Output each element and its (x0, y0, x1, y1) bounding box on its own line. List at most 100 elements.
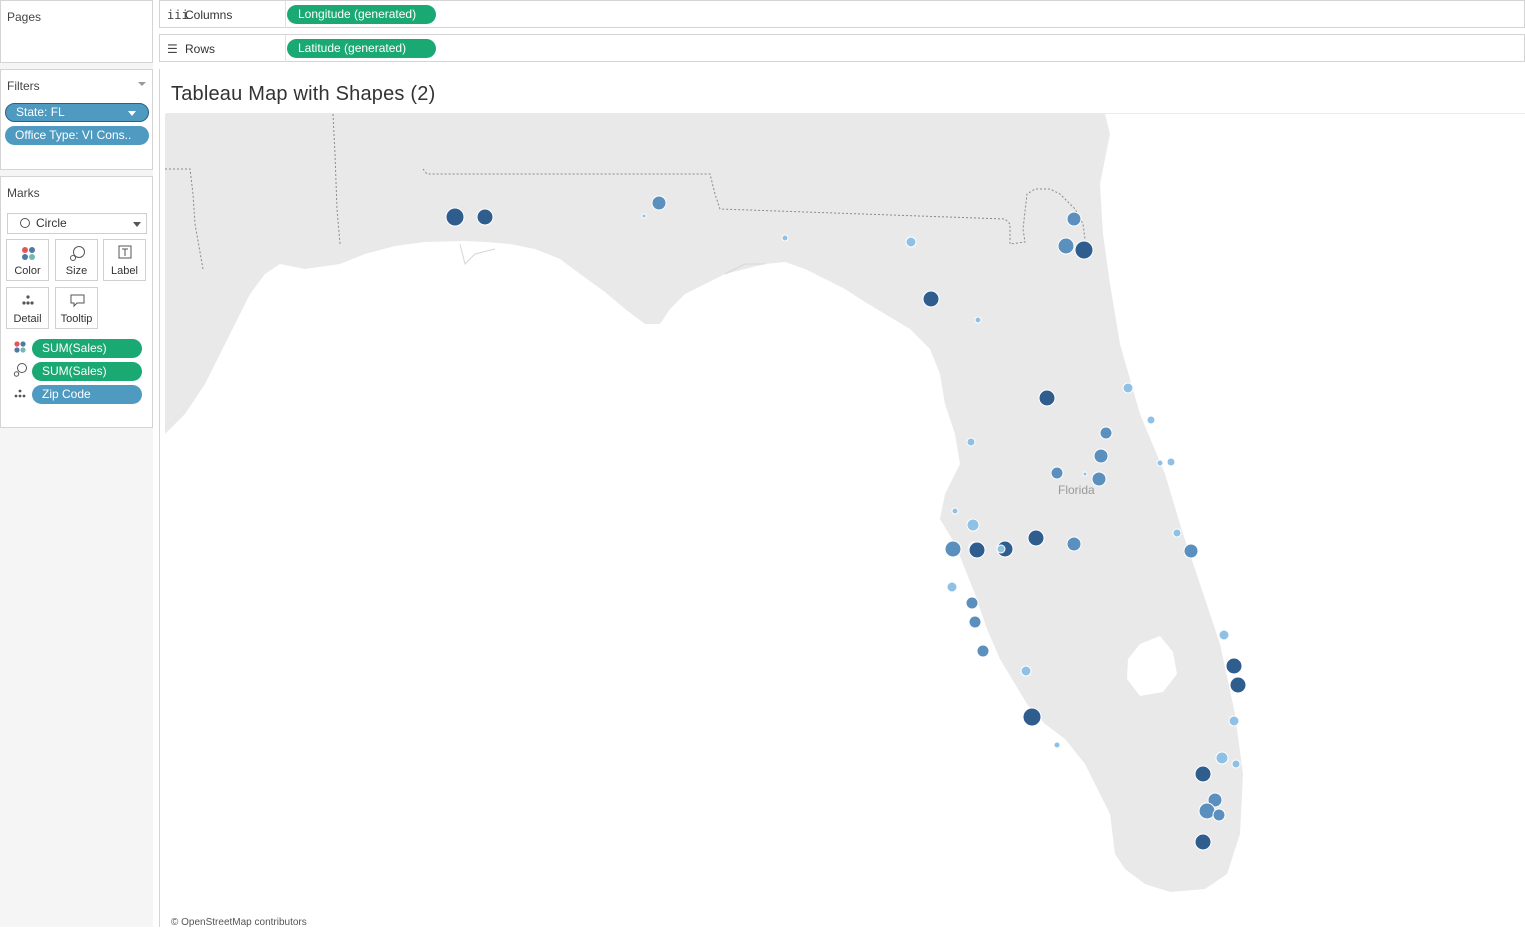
pages-card-title: Pages (7, 10, 42, 24)
sales-mark-circle[interactable] (946, 581, 958, 593)
color-field-label: SUM(Sales) (42, 341, 107, 355)
sales-mark-circle[interactable] (951, 507, 959, 515)
color-button[interactable]: Color (6, 239, 49, 281)
sales-mark-circle[interactable] (976, 644, 990, 658)
size-button-label: Size (65, 265, 88, 277)
tooltip-button[interactable]: Tooltip (55, 287, 98, 329)
columns-field-label: Longitude (generated) (298, 7, 417, 21)
sales-mark-circle[interactable] (1050, 466, 1064, 480)
size-encoding-icon (13, 363, 27, 377)
shelf-divider (285, 35, 286, 62)
sales-mark-circle[interactable] (1091, 471, 1107, 487)
shelf-divider (285, 1, 286, 28)
sales-mark-circle[interactable] (1229, 676, 1247, 694)
sales-mark-circle[interactable] (1082, 471, 1088, 477)
sales-mark-circle[interactable] (1053, 741, 1061, 749)
sales-mark-circle[interactable] (1194, 765, 1212, 783)
filters-card-title: Filters (7, 79, 40, 93)
sales-mark-circle[interactable] (476, 208, 494, 226)
sales-mark-circle[interactable] (905, 236, 917, 248)
mark-type-dropdown[interactable]: Circle (7, 213, 147, 234)
detail-dots-icon (22, 295, 34, 305)
filter-pill-label: Office Type: VI Cons.. (15, 128, 132, 142)
sales-mark-circle[interactable] (781, 234, 789, 242)
rows-icon: ☰ (167, 42, 178, 56)
color-encoding-icon (14, 341, 26, 353)
florida-label: Florida (1058, 483, 1095, 497)
dropdown-caret-icon[interactable] (128, 111, 136, 116)
sales-mark-circle[interactable] (1066, 211, 1082, 227)
sales-mark-circle[interactable] (944, 540, 962, 558)
rows-shelf[interactable]: ☰ Rows Latitude (generated) (159, 34, 1525, 62)
sales-mark-circle[interactable] (968, 615, 982, 629)
color-button-label: Color (14, 265, 41, 277)
sales-mark-circle[interactable] (1146, 415, 1156, 425)
map-labels: Florida (1058, 483, 1095, 497)
detail-field-pill[interactable]: Zip Code (32, 385, 142, 404)
sales-mark-circle[interactable] (1231, 759, 1241, 769)
sales-mark-circle[interactable] (1225, 657, 1243, 675)
sales-mark-circle[interactable] (1183, 543, 1199, 559)
sales-mark-circle[interactable] (641, 213, 647, 219)
sales-mark-circle[interactable] (1093, 448, 1109, 464)
sales-mark-circle[interactable] (966, 518, 980, 532)
sales-mark-circle[interactable] (1198, 802, 1216, 820)
pages-card: Pages (0, 0, 153, 63)
sales-mark-circle[interactable] (1074, 240, 1094, 260)
sales-mark-circle[interactable] (966, 437, 976, 447)
sales-mark-circle[interactable] (965, 596, 979, 610)
sales-mark-circle[interactable] (1215, 751, 1229, 765)
color-field-pill[interactable]: SUM(Sales) (32, 339, 142, 358)
sales-mark-circle[interactable] (974, 316, 982, 324)
sales-mark-circle[interactable] (922, 290, 940, 308)
sales-mark-circle[interactable] (1194, 833, 1212, 851)
marks-card: Marks Circle Color Size Label Detail Too… (0, 176, 153, 428)
view-title: Tableau Map with Shapes (2) (171, 83, 436, 105)
sales-mark-circle[interactable] (1156, 459, 1164, 467)
mark-type-label: Circle (36, 216, 67, 230)
text-label-icon (118, 245, 132, 259)
sales-mark-circle[interactable] (1038, 389, 1056, 407)
filter-pill-office-type[interactable]: Office Type: VI Cons.. (5, 126, 149, 145)
columns-shelf-label: Columns (185, 8, 233, 22)
detail-button-label: Detail (13, 313, 42, 325)
sales-mark-circle[interactable] (1218, 629, 1230, 641)
map-attribution: © OpenStreetMap contributors (171, 917, 307, 928)
sales-mark-circle[interactable] (1172, 528, 1182, 538)
sales-mark-circle[interactable] (1020, 665, 1032, 677)
sales-mark-circle[interactable] (1166, 457, 1176, 467)
sales-mark-circle[interactable] (1027, 529, 1045, 547)
filter-pill-state[interactable]: State: FL (5, 103, 149, 122)
size-button[interactable]: Size (55, 239, 98, 281)
label-button[interactable]: Label (103, 239, 146, 281)
marks-card-title: Marks (7, 186, 40, 200)
columns-field-pill[interactable]: Longitude (generated) (287, 5, 436, 24)
florida-map[interactable]: Florida (165, 114, 1525, 927)
sales-mark-circle[interactable] (445, 207, 465, 227)
filter-pill-label: State: FL (16, 105, 65, 119)
sales-mark-circle[interactable] (1212, 808, 1226, 822)
size-field-pill[interactable]: SUM(Sales) (32, 362, 142, 381)
sales-mark-circle[interactable] (1099, 426, 1113, 440)
chevron-down-icon (133, 222, 141, 227)
sales-mark-circle[interactable] (996, 544, 1006, 554)
label-button-label: Label (111, 265, 138, 277)
rows-field-pill[interactable]: Latitude (generated) (287, 39, 436, 58)
filters-card: Filters State: FL Office Type: VI Cons.. (0, 69, 153, 170)
columns-shelf[interactable]: iii Columns Longitude (generated) (159, 0, 1525, 28)
sales-mark-circle[interactable] (1022, 707, 1042, 727)
sales-mark-circle[interactable] (1122, 382, 1134, 394)
sales-mark-circle[interactable] (1057, 237, 1075, 255)
sales-mark-circle[interactable] (968, 541, 986, 559)
sales-mark-circle[interactable] (651, 195, 667, 211)
color-dots-icon (22, 247, 35, 260)
sales-mark-circle[interactable] (1066, 536, 1082, 552)
chevron-down-icon[interactable] (138, 82, 146, 86)
tooltip-button-label: Tooltip (60, 313, 93, 325)
rows-shelf-label: Rows (185, 42, 216, 56)
size-icon (70, 246, 85, 261)
tooltip-bubble-icon (70, 294, 85, 308)
size-field-label: SUM(Sales) (42, 364, 107, 378)
sales-mark-circle[interactable] (1228, 715, 1240, 727)
detail-button[interactable]: Detail (6, 287, 49, 329)
